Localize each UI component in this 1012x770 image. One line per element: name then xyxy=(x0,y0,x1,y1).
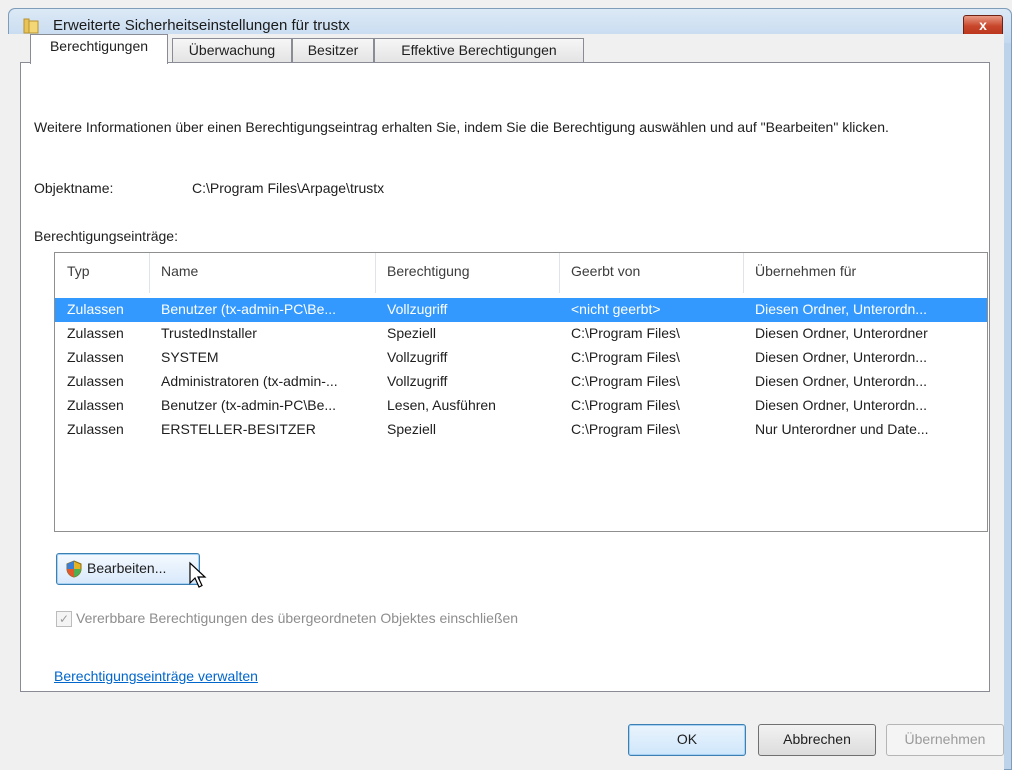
manage-entries-link[interactable]: Berechtigungseinträge verwalten xyxy=(54,668,258,684)
list-row[interactable]: Zulassen ERSTELLER-BESITZER Speziell C:\… xyxy=(55,418,987,442)
cell-permission: Speziell xyxy=(387,325,437,341)
cell-name: SYSTEM xyxy=(161,349,219,365)
cell-inherited: C:\Program Files\ xyxy=(571,421,680,437)
cell-inherited: C:\Program Files\ xyxy=(571,373,680,389)
column-divider[interactable] xyxy=(743,253,744,293)
column-header-uebernehmen-fuer[interactable]: Übernehmen für xyxy=(755,263,856,279)
mouse-cursor-icon xyxy=(189,561,207,588)
cell-typ: Zulassen xyxy=(67,373,124,389)
cell-permission: Vollzugriff xyxy=(387,349,448,365)
list-row[interactable]: Zulassen Benutzer (tx-admin-PC\Be... Les… xyxy=(55,394,987,418)
object-name-label: Objektname: xyxy=(34,180,114,196)
ok-button-label: OK xyxy=(676,731,698,747)
column-header-berechtigung[interactable]: Berechtigung xyxy=(387,263,470,279)
tab-label: Überwachung xyxy=(188,42,276,58)
cancel-button-label: Abbrechen xyxy=(783,731,851,747)
list-header: Typ Name Berechtigung Geerbt von Überneh… xyxy=(55,253,987,293)
edit-button[interactable]: Bearbeiten... xyxy=(56,553,200,585)
cell-typ: Zulassen xyxy=(67,325,124,341)
cell-permission: Vollzugriff xyxy=(387,373,448,389)
uac-shield-icon xyxy=(66,560,82,578)
cell-applies: Nur Unterordner und Date... xyxy=(755,421,929,437)
tab-label: Berechtigungen xyxy=(49,38,149,54)
cell-applies: Diesen Ordner, Unterordn... xyxy=(755,349,927,365)
cell-applies: Diesen Ordner, Unterordn... xyxy=(755,397,927,413)
tab-ueberwachung[interactable]: Überwachung xyxy=(172,38,292,63)
apply-button-label: Übernehmen xyxy=(904,731,986,747)
column-header-typ[interactable]: Typ xyxy=(67,263,90,279)
tab-besitzer[interactable]: Besitzer xyxy=(292,38,374,63)
inherit-permissions-checkbox[interactable]: ✓ xyxy=(56,611,72,627)
column-divider[interactable] xyxy=(375,253,376,293)
cell-name: ERSTELLER-BESITZER xyxy=(161,421,316,437)
cell-typ: Zulassen xyxy=(67,397,124,413)
ok-button[interactable]: OK xyxy=(628,724,746,756)
entries-label: Berechtigungseinträge: xyxy=(34,228,178,244)
window-title: Erweiterte Sicherheitseinstellungen für … xyxy=(53,17,350,34)
folder-icon xyxy=(23,18,39,34)
cell-inherited: <nicht geerbt> xyxy=(571,301,661,317)
list-row[interactable]: Zulassen SYSTEM Vollzugriff C:\Program F… xyxy=(55,346,987,370)
tab-effektive-berechtigungen[interactable]: Effektive Berechtigungen xyxy=(374,38,584,63)
cell-typ: Zulassen xyxy=(67,421,124,437)
list-row[interactable]: Zulassen TrustedInstaller Speziell C:\Pr… xyxy=(55,322,987,346)
cell-name: Administratoren (tx-admin-... xyxy=(161,373,338,389)
cell-applies: Diesen Ordner, Unterordn... xyxy=(755,373,927,389)
permission-entries-list[interactable]: Typ Name Berechtigung Geerbt von Überneh… xyxy=(54,252,988,532)
object-name-value: C:\Program Files\Arpage\trustx xyxy=(192,180,385,196)
cell-applies: Diesen Ordner, Unterordn... xyxy=(755,301,927,317)
column-header-name[interactable]: Name xyxy=(161,263,198,279)
cell-name: Benutzer (tx-admin-PC\Be... xyxy=(161,301,337,317)
cell-permission: Speziell xyxy=(387,421,437,437)
inherit-permissions-label: Vererbbare Berechtigungen des übergeordn… xyxy=(76,610,519,626)
apply-button[interactable]: Übernehmen xyxy=(886,724,1004,756)
list-row[interactable]: Zulassen Administratoren (tx-admin-... V… xyxy=(55,370,987,394)
cell-name: Benutzer (tx-admin-PC\Be... xyxy=(161,397,337,413)
list-row-selected[interactable]: Zulassen Benutzer (tx-admin-PC\Be... Vol… xyxy=(55,298,987,322)
cell-permission: Vollzugriff xyxy=(387,301,448,317)
column-header-geerbt-von[interactable]: Geerbt von xyxy=(571,263,640,279)
cell-typ: Zulassen xyxy=(67,301,124,317)
tab-berechtigungen[interactable]: Berechtigungen xyxy=(30,34,168,64)
cell-applies: Diesen Ordner, Unterordner xyxy=(755,325,928,341)
column-divider[interactable] xyxy=(149,253,150,293)
cell-inherited: C:\Program Files\ xyxy=(571,325,680,341)
cell-typ: Zulassen xyxy=(67,349,124,365)
edit-button-label: Bearbeiten... xyxy=(87,560,167,576)
column-divider[interactable] xyxy=(559,253,560,293)
tab-label: Besitzer xyxy=(307,42,359,58)
cell-name: TrustedInstaller xyxy=(161,325,257,341)
close-icon: x xyxy=(979,17,987,33)
cell-inherited: C:\Program Files\ xyxy=(571,349,680,365)
info-text: Weitere Informationen über einen Berecht… xyxy=(34,119,889,135)
tab-label: Effektive Berechtigungen xyxy=(401,42,557,58)
cell-inherited: C:\Program Files\ xyxy=(571,397,680,413)
cancel-button[interactable]: Abbrechen xyxy=(758,724,876,756)
cell-permission: Lesen, Ausführen xyxy=(387,397,496,413)
